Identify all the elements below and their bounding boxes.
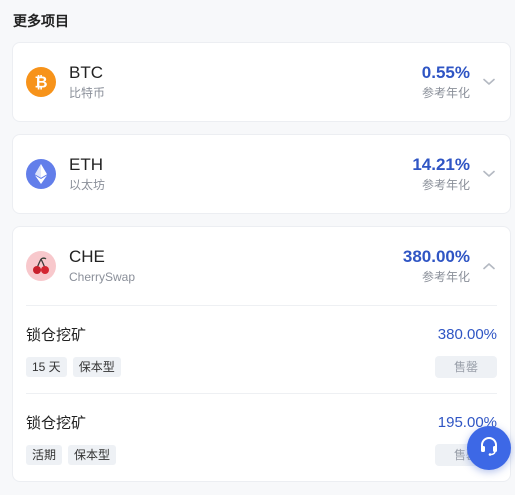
coin-name: 以太坊: [69, 178, 106, 192]
apr-value: 0.55%: [421, 63, 470, 82]
coin-symbol: BTC: [69, 63, 103, 82]
coin-symbol: CHE: [69, 247, 105, 266]
chevron-down-icon[interactable]: [482, 167, 496, 181]
tag-list: 15 天 保本型: [26, 357, 121, 377]
card-header[interactable]: ₿ BTC 比特币 0.55% 参考年化: [13, 43, 510, 121]
apr-block: 14.21% 参考年化: [412, 155, 470, 193]
coin-name: CherrySwap: [69, 270, 136, 284]
list-item[interactable]: 锁仓挖矿 195.00% 活期 保本型 售罄: [26, 393, 497, 481]
coin-names: CHE CherrySwap: [69, 247, 403, 285]
tag-list: 活期 保本型: [26, 445, 117, 465]
project-card-btc[interactable]: ₿ BTC 比特币 0.55% 参考年化: [12, 42, 511, 122]
apr-value: 14.21%: [412, 155, 470, 174]
expanded-body: 锁仓挖矿 380.00% 15 天 保本型 售罄 锁仓挖矿 195.00% 活期…: [13, 305, 510, 481]
type-tag: 保本型: [68, 445, 117, 465]
cherry-icon: [26, 251, 56, 281]
chevron-down-icon[interactable]: [482, 75, 496, 89]
svg-text:₿: ₿: [34, 73, 47, 92]
coin-name: 比特币: [69, 86, 106, 100]
project-card-eth[interactable]: ETH 以太坊 14.21% 参考年化: [12, 134, 511, 214]
type-tag: 保本型: [72, 357, 121, 377]
list-item[interactable]: 锁仓挖矿 380.00% 15 天 保本型 售罄: [26, 305, 497, 393]
apr-block: 0.55% 参考年化: [422, 63, 470, 101]
coin-names: BTC 比特币: [69, 63, 422, 101]
apr-label: 参考年化: [421, 178, 470, 192]
product-name: 锁仓挖矿: [26, 326, 87, 344]
coin-names: ETH 以太坊: [69, 155, 412, 193]
coin-symbol: ETH: [69, 155, 103, 174]
apr-value: 380.00%: [402, 247, 470, 266]
term-tag: 15 天: [26, 357, 67, 377]
headset-icon: [478, 435, 500, 462]
project-card-che[interactable]: CHE CherrySwap 380.00% 参考年化 锁仓挖矿 380.00%…: [12, 226, 511, 482]
apr-label: 参考年化: [421, 270, 470, 284]
product-rate: 380.00%: [437, 325, 497, 343]
eth-icon: [26, 159, 56, 189]
apr-label: 参考年化: [421, 86, 470, 100]
term-tag: 活期: [26, 445, 63, 465]
apr-block: 380.00% 参考年化: [403, 247, 470, 285]
product-name: 锁仓挖矿: [26, 414, 87, 432]
card-header[interactable]: CHE CherrySwap 380.00% 参考年化: [13, 227, 510, 305]
chevron-up-icon[interactable]: [482, 259, 496, 273]
support-button[interactable]: [467, 426, 511, 470]
section-title: 更多项目: [13, 13, 69, 29]
sold-out-button[interactable]: 售罄: [435, 356, 497, 378]
card-header[interactable]: ETH 以太坊 14.21% 参考年化: [13, 135, 510, 213]
btc-icon: ₿: [26, 67, 56, 97]
page: 更多项目 ₿ BTC 比特币 0.55% 参考年化 ETH 以太坊 14.21%…: [0, 0, 515, 495]
